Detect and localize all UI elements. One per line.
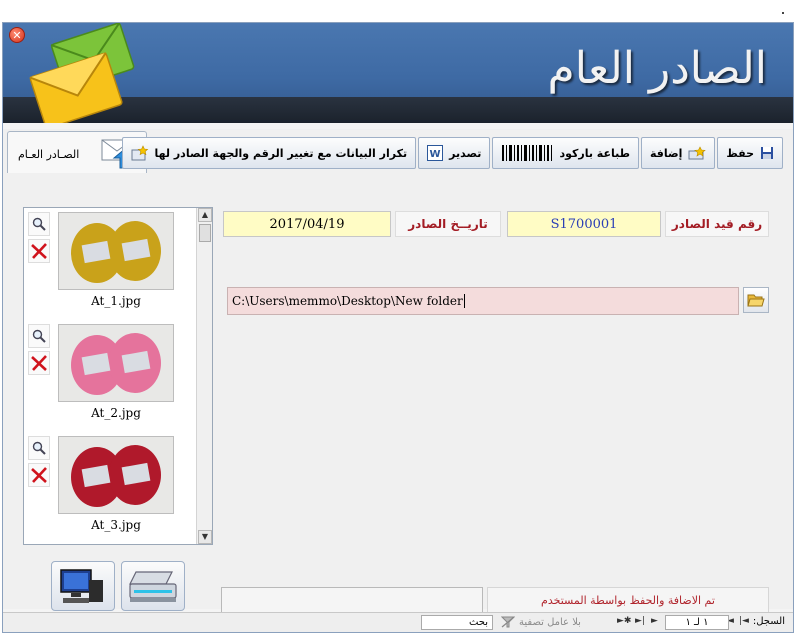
delete-icon[interactable] bbox=[28, 239, 50, 263]
date-label: تاريــخ الصادر bbox=[395, 211, 501, 237]
browse-folder-button[interactable] bbox=[743, 287, 769, 313]
open-folder-icon bbox=[747, 294, 765, 307]
attachment-thumbnail[interactable] bbox=[58, 212, 174, 290]
status-user-field bbox=[221, 587, 483, 613]
folder-path-text: C:\Users\memmo\Desktop\New folder bbox=[232, 294, 463, 308]
delete-icon[interactable] bbox=[28, 351, 50, 375]
main-panel: الصـادر العـام حفظ إضافة طباعة باركود تص… bbox=[3, 129, 793, 613]
computer-import-button[interactable] bbox=[51, 561, 115, 611]
word-icon: W bbox=[427, 145, 444, 161]
duplicate-data-button[interactable]: تكرار البيانات مع تغيير الرقم والجهة الص… bbox=[121, 137, 417, 169]
list-item: At_1.jpg bbox=[24, 210, 196, 320]
record-number-label: رقم قيد الصادر bbox=[665, 211, 769, 237]
list-item: At_3.jpg bbox=[24, 434, 196, 544]
form-content: ▲ ▼ At_1.jpg At_2.jpg At_3.jpg رقم قيد ا… bbox=[21, 175, 789, 613]
print-barcode-button[interactable]: طباعة باركود bbox=[492, 137, 639, 169]
scroll-thumb[interactable] bbox=[199, 224, 211, 242]
last-record-icon[interactable]: ►| bbox=[635, 616, 645, 626]
first-record-icon[interactable]: |◄ bbox=[739, 616, 749, 626]
record-navigator: السجل: |◄ ◄ ١ لـ ١ ► ►| ►✱ بلا عامل تصفي… bbox=[3, 612, 793, 632]
date-field[interactable]: 2017/04/19 bbox=[223, 211, 391, 237]
floppy-icon bbox=[761, 147, 773, 159]
attachment-thumbnail[interactable] bbox=[58, 436, 174, 514]
print-barcode-label: طباعة باركود bbox=[559, 146, 630, 160]
banner-title: الصادر العام bbox=[547, 43, 767, 94]
add-button[interactable]: إضافة bbox=[640, 137, 716, 169]
tab-label: الصـادر العـام bbox=[18, 148, 80, 161]
zoom-icon[interactable] bbox=[28, 324, 50, 348]
main-window: ✕ الصادر العام الصـادر العـام حفظ إضافة … bbox=[2, 22, 794, 633]
scroll-up-icon[interactable]: ▲ bbox=[198, 208, 212, 222]
save-label: حفظ bbox=[726, 146, 754, 160]
record-position[interactable]: ١ لـ ١ bbox=[665, 615, 729, 630]
folder-path-input[interactable]: C:\Users\memmo\Desktop\New folder bbox=[227, 287, 739, 315]
delete-icon[interactable] bbox=[28, 463, 50, 487]
add-label: إضافة bbox=[649, 146, 683, 160]
envelopes-logo-icon bbox=[29, 23, 135, 123]
status-message: تم الاضافة والحفظ بواسطة المستخدم bbox=[487, 587, 769, 613]
duplicate-record-icon bbox=[131, 145, 148, 161]
attachment-caption: At_1.jpg bbox=[91, 294, 141, 308]
text-caret bbox=[463, 294, 465, 308]
no-filter-label: بلا عامل تصفية bbox=[519, 616, 581, 628]
save-button[interactable]: حفظ bbox=[717, 137, 783, 169]
scanner-import-button[interactable] bbox=[121, 561, 185, 611]
record-label: السجل: bbox=[752, 616, 785, 627]
next-record-icon[interactable]: ► bbox=[651, 616, 658, 626]
add-record-icon bbox=[688, 146, 707, 160]
attachments-scrollbar[interactable]: ▲ ▼ bbox=[196, 208, 212, 544]
computer-icon bbox=[60, 569, 103, 603]
search-input[interactable]: بحث bbox=[421, 615, 493, 630]
filter-off-icon bbox=[501, 616, 515, 628]
header-banner: ✕ الصادر العام bbox=[3, 23, 793, 123]
zoom-icon[interactable] bbox=[28, 212, 50, 236]
attachments-list[interactable]: ▲ ▼ At_1.jpg At_2.jpg At_3.jpg bbox=[23, 207, 213, 545]
attachment-caption: At_2.jpg bbox=[91, 406, 141, 420]
toolbar: حفظ إضافة طباعة باركود تصدير W تكرار الب… bbox=[121, 137, 783, 169]
new-record-icon[interactable]: ►✱ bbox=[617, 616, 631, 626]
zoom-icon[interactable] bbox=[28, 436, 50, 460]
svg-text:W: W bbox=[430, 149, 441, 160]
scroll-down-icon[interactable]: ▼ bbox=[198, 530, 212, 544]
close-icon[interactable]: ✕ bbox=[9, 27, 25, 43]
filter-status[interactable]: بلا عامل تصفية bbox=[501, 616, 581, 628]
attachment-thumbnail[interactable] bbox=[58, 324, 174, 402]
export-label: تصدير bbox=[449, 146, 482, 160]
record-number-field[interactable]: S1700001 bbox=[507, 211, 661, 237]
barcode-icon bbox=[502, 145, 553, 161]
attachment-caption: At_3.jpg bbox=[91, 518, 141, 532]
list-item: At_2.jpg bbox=[24, 322, 196, 432]
scanner-icon bbox=[129, 571, 177, 602]
title-strip bbox=[0, 0, 796, 22]
window-dot bbox=[782, 12, 784, 14]
export-button[interactable]: تصدير W bbox=[418, 137, 491, 169]
duplicate-label: تكرار البيانات مع تغيير الرقم والجهة الص… bbox=[154, 146, 408, 160]
